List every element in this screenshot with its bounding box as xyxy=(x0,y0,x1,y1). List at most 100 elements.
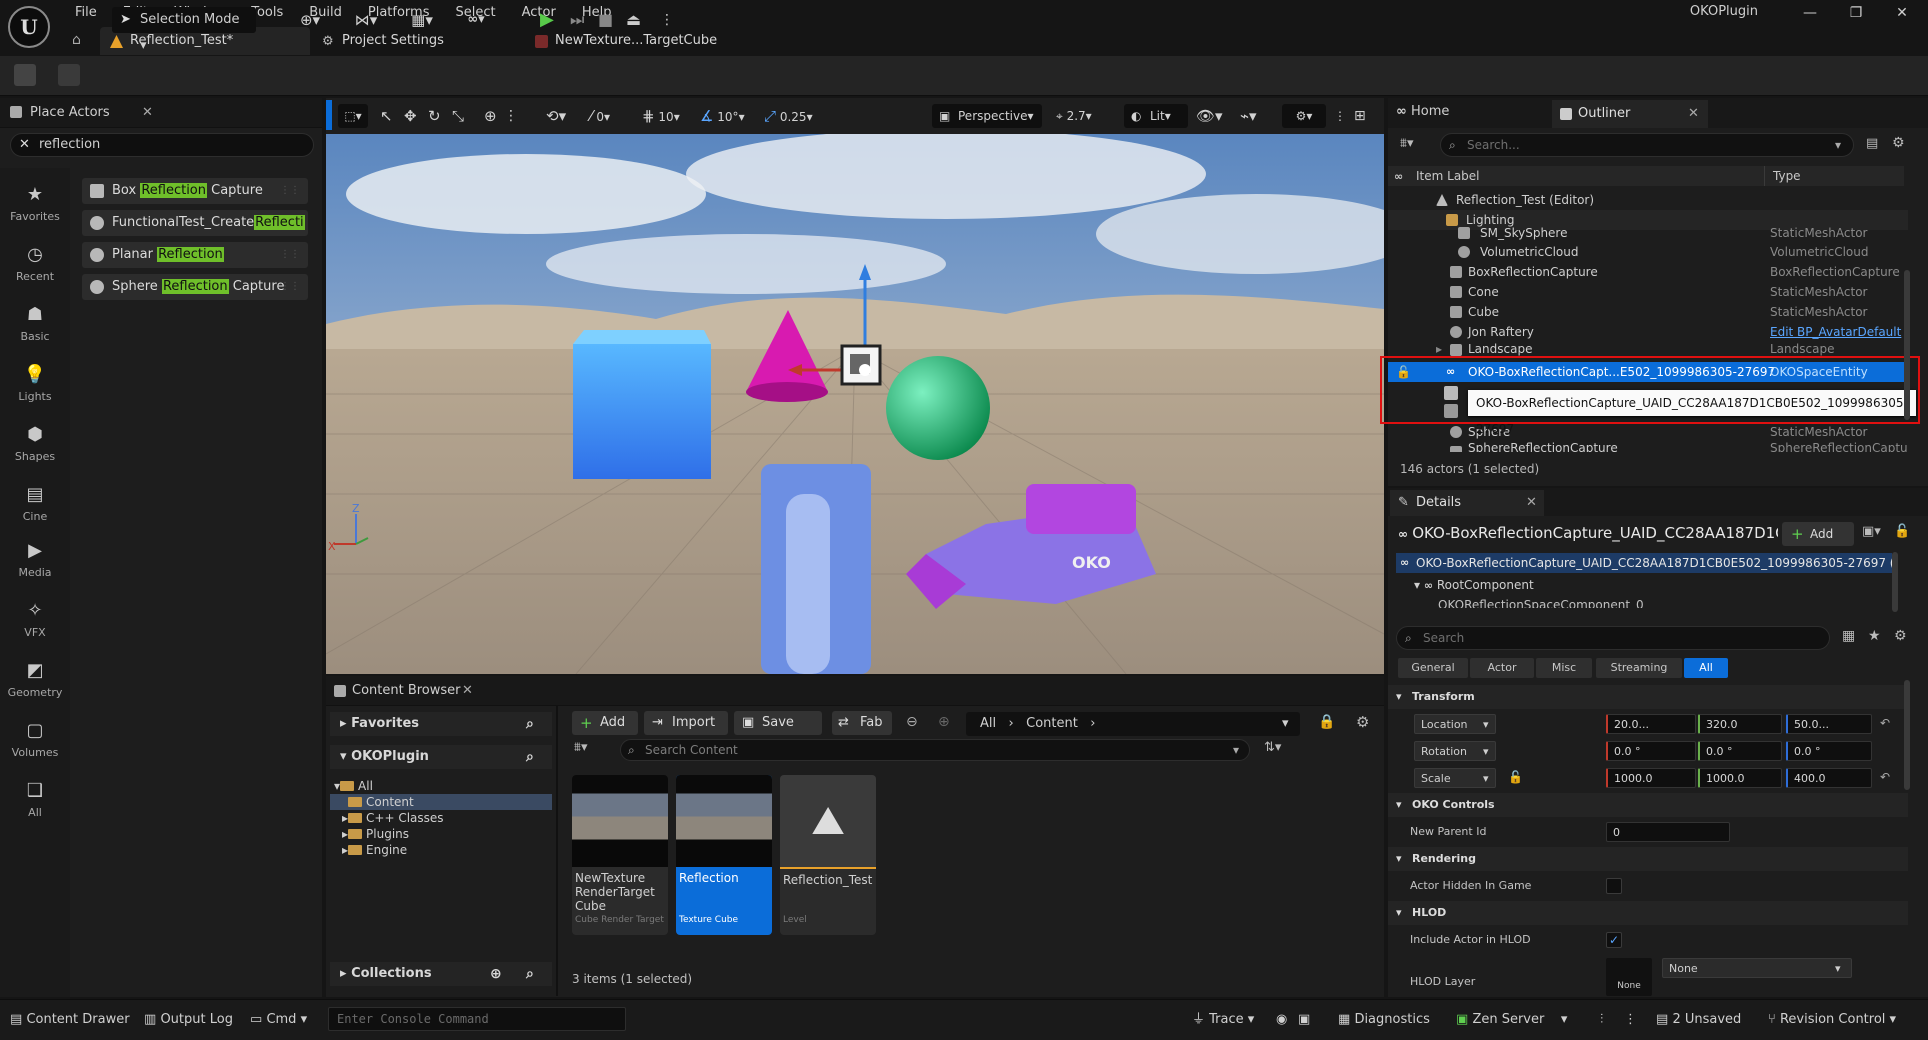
blueprint-icon[interactable]: ⋈▾ xyxy=(346,7,386,33)
menu-file[interactable]: File xyxy=(62,2,110,24)
actor-hidden-checkbox[interactable] xyxy=(1606,878,1622,894)
splitter[interactable] xyxy=(556,706,558,996)
zen-server-dropdown[interactable]: ▣ Zen Server ▾ xyxy=(1456,1009,1567,1031)
viewport-more-icon[interactable]: ⋮ xyxy=(1334,104,1346,128)
location-x[interactable]: 20.0... xyxy=(1606,714,1696,734)
close-tab-icon[interactable]: ✕ xyxy=(1688,100,1699,128)
viewport-scene[interactable]: OKO Z X xyxy=(326,134,1384,674)
actor-name[interactable]: ∞ OKO-BoxReflectionCapture_UAID_CC28AA18… xyxy=(1398,524,1778,542)
add-collection-icon[interactable]: ⊕ xyxy=(490,962,502,986)
search-icon[interactable]: ⌕ xyxy=(526,962,534,986)
translate-icon[interactable]: ✥ xyxy=(404,104,417,128)
revision-control-dropdown[interactable]: ⑂ Revision Control ▾ xyxy=(1768,1009,1896,1031)
outliner-search-input[interactable]: ⌕ Search... ▾ xyxy=(1440,133,1854,157)
perspective-dropdown[interactable]: ▣ Perspective▾ xyxy=(932,104,1042,128)
oko-plugin-icon[interactable]: ∞▾ xyxy=(456,7,496,33)
location-dropdown[interactable]: Location ▾ xyxy=(1414,714,1496,734)
actor-planar-reflection[interactable]: Planar Reflection ⋮⋮ xyxy=(82,242,308,268)
outliner-scrollbar[interactable] xyxy=(1904,270,1910,420)
rotation-z[interactable]: 0.0 ° xyxy=(1786,741,1872,761)
details-scrollbar[interactable] xyxy=(1904,680,1910,790)
add-button[interactable]: + Add xyxy=(572,711,638,735)
scale-dropdown[interactable]: Scale ▾ xyxy=(1414,768,1496,788)
select-tool-dropdown[interactable]: ⬚▾ xyxy=(338,104,368,128)
layout-icon[interactable]: ⊞ xyxy=(1354,104,1366,128)
new-parent-input[interactable]: 0 xyxy=(1606,822,1730,842)
outliner-row[interactable]: Cone StaticMeshActor xyxy=(1388,282,1908,302)
filter-icon[interactable]: ⩩▾ xyxy=(1400,136,1413,151)
details-search-input[interactable]: ⌕ Search xyxy=(1396,626,1830,650)
trace-dropdown[interactable]: ⏚ Trace ▾ xyxy=(1192,1009,1254,1031)
search-icon[interactable]: ⌕ xyxy=(526,745,534,769)
tab-outliner[interactable]: Outliner ✕ xyxy=(1552,100,1708,128)
section-transform[interactable]: ▾ Transform xyxy=(1388,685,1908,709)
stop-icon[interactable]: ■ xyxy=(598,7,613,33)
path-breadcrumb[interactable]: All › Content › ▾ xyxy=(966,712,1300,736)
settings-icon[interactable]: ⚙ xyxy=(1892,135,1905,151)
folder-cpp-classes[interactable]: ▸ C++ Classes xyxy=(330,810,552,826)
content-drawer-button[interactable]: ▤ Content Drawer xyxy=(10,1009,130,1031)
cinematics-icon[interactable]: ▦▾ xyxy=(402,7,442,33)
asset-tile-reflection[interactable]: Reflection Texture Cube xyxy=(676,775,772,935)
category-all[interactable]: ❑ All xyxy=(0,780,70,819)
settings-icon[interactable]: ⚙ xyxy=(1894,628,1907,644)
camera-speed[interactable]: ⌖ 2.7▾ xyxy=(1056,104,1092,128)
derived-data-icon[interactable]: ⫶ xyxy=(1600,1009,1603,1031)
edit-blueprint-link[interactable]: Edit BP_AvatarDefault xyxy=(1770,322,1901,342)
path-content[interactable]: Content xyxy=(1026,716,1078,731)
output-log-button[interactable]: ▥ Output Log xyxy=(144,1009,233,1031)
favorites-section[interactable]: ▸ Favorites ⌕ xyxy=(330,712,552,736)
minimize-icon[interactable]: — xyxy=(1790,2,1830,24)
rotation-x[interactable]: 0.0 ° xyxy=(1606,741,1696,761)
lock-icon[interactable]: 🔒 xyxy=(1318,714,1335,730)
reset-icon[interactable]: ↶ xyxy=(1880,770,1890,784)
unreal-logo-icon[interactable]: U xyxy=(8,6,50,48)
folder-plugins[interactable]: ▸ Plugins xyxy=(330,826,552,842)
save-icon[interactable] xyxy=(14,64,36,86)
filter-streaming[interactable]: Streaming xyxy=(1596,658,1682,678)
forward-icon[interactable]: ⊕ xyxy=(938,714,950,730)
actor-functionaltest[interactable]: FunctionalTest_CreateReflecti xyxy=(82,210,308,236)
rotate-icon[interactable]: ↻ xyxy=(428,104,441,128)
category-recent[interactable]: ◷ Recent xyxy=(0,244,70,283)
category-media[interactable]: ▶ Media xyxy=(0,540,70,579)
outliner-row[interactable]: Reflection_Test (Editor) xyxy=(1388,190,1908,210)
world-local-icon[interactable]: ⊕ xyxy=(484,104,497,128)
category-shapes[interactable]: ⬢ Shapes xyxy=(0,424,70,463)
home-icon[interactable]: ⌂ xyxy=(72,32,81,48)
content-search-input[interactable]: ⌕ Search Content ▾ xyxy=(620,739,1250,761)
menu-actor[interactable]: Actor xyxy=(509,2,569,24)
performance-icon[interactable]: ⌁▾ xyxy=(1240,104,1257,128)
clear-search-icon[interactable]: ✕ xyxy=(19,134,30,156)
outliner-row[interactable]: Jon Raftery Edit BP_AvatarDefault xyxy=(1388,322,1908,342)
place-actors-search[interactable]: ✕ reflection xyxy=(10,133,314,157)
outliner-row[interactable]: ▸ Landscape Landscape xyxy=(1388,342,1908,356)
actor-sphere-reflection-capture[interactable]: Sphere Reflection Capture ⋮⋮ xyxy=(82,274,308,300)
section-oko-controls[interactable]: ▾ OKO Controls xyxy=(1388,793,1908,817)
browse-icon[interactable] xyxy=(58,64,80,86)
sort-icon[interactable]: ⇅▾ xyxy=(1264,740,1281,755)
selection-mode-dropdown[interactable]: ➤ Selection Mode ▾ xyxy=(112,7,256,53)
launch-icon[interactable]: ⏏ xyxy=(626,7,641,33)
location-z[interactable]: 50.0... xyxy=(1786,714,1872,734)
component-root-row[interactable]: ∞ OKO-BoxReflectionCapture_UAID_CC28AA187… xyxy=(1396,553,1892,573)
category-cine[interactable]: ▤ Cine xyxy=(0,484,70,523)
restore-icon[interactable]: ❐ xyxy=(1836,2,1876,24)
close-tab-icon[interactable]: ✕ xyxy=(462,676,473,706)
category-favorites[interactable]: ★ Favorites xyxy=(0,184,70,223)
section-hlod[interactable]: ▾ HLOD xyxy=(1388,901,1908,925)
more-icon[interactable]: ⋮ xyxy=(660,7,674,33)
category-vfx[interactable]: ✧ VFX xyxy=(0,600,70,639)
lit-dropdown[interactable]: ◐ Lit▾ xyxy=(1124,104,1188,128)
chevron-down-icon[interactable]: ▾ xyxy=(1282,712,1289,736)
add-component-button[interactable]: + Add xyxy=(1782,522,1854,546)
hlod-layer-thumbnail[interactable]: None xyxy=(1606,958,1652,996)
scale-x[interactable]: 1000.0 xyxy=(1606,768,1696,788)
filter-all[interactable]: All xyxy=(1684,658,1728,678)
components-scrollbar[interactable] xyxy=(1892,552,1898,612)
rotation-dropdown[interactable]: Rotation ▾ xyxy=(1414,741,1496,761)
status-more-icon[interactable]: ⋮ xyxy=(1624,1009,1637,1031)
expand-arrow-icon[interactable]: ▸ xyxy=(1436,342,1442,356)
viewport-settings-icon[interactable]: ⚙▾ xyxy=(1282,104,1326,128)
scale-z[interactable]: 400.0 xyxy=(1786,768,1872,788)
